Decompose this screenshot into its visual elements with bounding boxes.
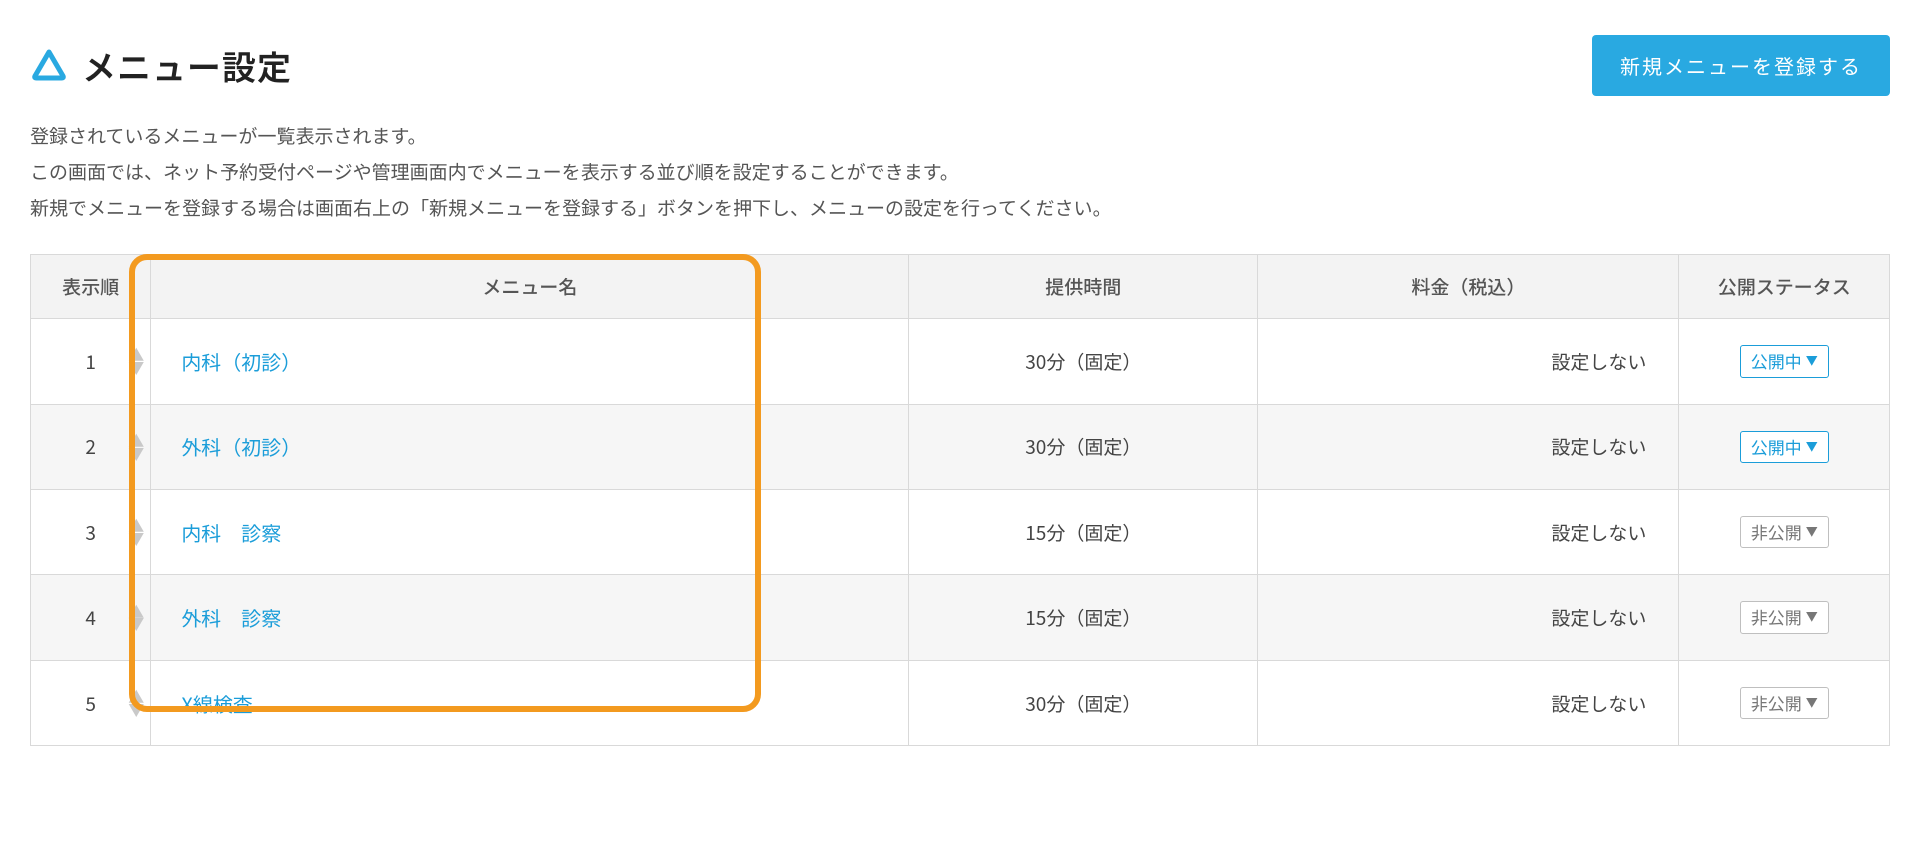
menu-name-link[interactable]: 内科（初診） bbox=[181, 347, 301, 376]
status-cell: 非公開 ▼ bbox=[1679, 490, 1890, 575]
menu-name-link[interactable]: X線検査 bbox=[181, 689, 252, 718]
table-row: 3 ▲▼ 内科 診察 15分（固定）設定しない 非公開 ▼ bbox=[31, 490, 1890, 575]
name-cell: X線検査 bbox=[151, 660, 909, 745]
page-description: 登録されているメニューが一覧表示されます。 この画面では、ネット予約受付ページや… bbox=[30, 118, 1890, 226]
status-dropdown[interactable]: 公開中 ▼ bbox=[1740, 345, 1829, 377]
order-cell: 5 ▲▼ bbox=[31, 660, 151, 745]
order-cell: 1 ▲▼ bbox=[31, 319, 151, 404]
status-dropdown[interactable]: 公開中 ▼ bbox=[1740, 431, 1829, 463]
status-dropdown[interactable]: 非公開 ▼ bbox=[1740, 687, 1829, 719]
order-number: 1 bbox=[81, 348, 101, 375]
col-header-status: 公開ステータス bbox=[1679, 255, 1890, 319]
col-header-price: 料金（税込） bbox=[1258, 255, 1679, 319]
description-line-2: この画面では、ネット予約受付ページや管理画面内でメニューを表示する並び順を設定す… bbox=[30, 154, 1890, 190]
col-header-order: 表示順 bbox=[31, 255, 151, 319]
page-header: メニュー設定 新規メニューを登録する bbox=[30, 35, 1890, 96]
description-line-3: 新規でメニューを登録する場合は画面右上の「新規メニューを登録する」ボタンを押下し… bbox=[30, 190, 1890, 226]
col-header-name: メニュー名 bbox=[151, 255, 909, 319]
duration-cell: 30分（固定） bbox=[909, 319, 1258, 404]
chevron-down-icon: ▼ bbox=[1806, 525, 1818, 539]
table-row: 2 ▲▼ 外科（初診） 30分（固定）設定しない 公開中 ▼ bbox=[31, 404, 1890, 489]
menu-name-link[interactable]: 外科（初診） bbox=[181, 432, 301, 461]
status-cell: 公開中 ▼ bbox=[1679, 404, 1890, 489]
order-cell: 2 ▲▼ bbox=[31, 404, 151, 489]
status-cell: 公開中 ▼ bbox=[1679, 319, 1890, 404]
menu-table-wrap: 表示順 メニュー名 提供時間 料金（税込） 公開ステータス 1 ▲▼ 内科（初診） 3… bbox=[30, 254, 1890, 746]
col-header-duration: 提供時間 bbox=[909, 255, 1258, 319]
duration-cell: 15分（固定） bbox=[909, 490, 1258, 575]
title-group: メニュー設定 bbox=[30, 41, 292, 90]
table-header-row: 表示順 メニュー名 提供時間 料金（税込） 公開ステータス bbox=[31, 255, 1890, 319]
drag-handle-icon[interactable]: ▲▼ bbox=[128, 605, 144, 631]
status-label: 公開中 bbox=[1751, 351, 1802, 371]
order-cell: 4 ▲▼ bbox=[31, 575, 151, 660]
triangle-icon bbox=[30, 47, 68, 85]
status-label: 非公開 bbox=[1751, 522, 1802, 542]
order-number: 4 bbox=[81, 604, 101, 631]
price-cell: 設定しない bbox=[1258, 660, 1679, 745]
name-cell: 外科 診察 bbox=[151, 575, 909, 660]
status-label: 公開中 bbox=[1751, 437, 1802, 457]
duration-cell: 30分（固定） bbox=[909, 660, 1258, 745]
duration-cell: 30分（固定） bbox=[909, 404, 1258, 489]
menu-name-link[interactable]: 外科 診察 bbox=[181, 603, 281, 632]
drag-handle-icon[interactable]: ▲▼ bbox=[128, 519, 144, 545]
menu-table: 表示順 メニュー名 提供時間 料金（税込） 公開ステータス 1 ▲▼ 内科（初診） 3… bbox=[30, 254, 1890, 746]
name-cell: 内科 診察 bbox=[151, 490, 909, 575]
chevron-down-icon: ▼ bbox=[1806, 440, 1818, 454]
table-row: 5 ▲▼ X線検査 30分（固定）設定しない 非公開 ▼ bbox=[31, 660, 1890, 745]
name-cell: 内科（初診） bbox=[151, 319, 909, 404]
status-label: 非公開 bbox=[1751, 693, 1802, 713]
status-cell: 非公開 ▼ bbox=[1679, 575, 1890, 660]
drag-handle-icon[interactable]: ▲▼ bbox=[128, 434, 144, 460]
price-cell: 設定しない bbox=[1258, 575, 1679, 660]
page-title: メニュー設定 bbox=[82, 41, 292, 90]
order-number: 5 bbox=[81, 690, 101, 717]
register-menu-button[interactable]: 新規メニューを登録する bbox=[1592, 35, 1890, 96]
price-cell: 設定しない bbox=[1258, 319, 1679, 404]
order-number: 2 bbox=[81, 433, 101, 460]
drag-handle-icon[interactable]: ▲▼ bbox=[128, 690, 144, 716]
order-number: 3 bbox=[81, 519, 101, 546]
price-cell: 設定しない bbox=[1258, 490, 1679, 575]
order-cell: 3 ▲▼ bbox=[31, 490, 151, 575]
description-line-1: 登録されているメニューが一覧表示されます。 bbox=[30, 118, 1890, 154]
price-cell: 設定しない bbox=[1258, 404, 1679, 489]
duration-cell: 15分（固定） bbox=[909, 575, 1258, 660]
status-dropdown[interactable]: 非公開 ▼ bbox=[1740, 516, 1829, 548]
drag-handle-icon[interactable]: ▲▼ bbox=[128, 349, 144, 375]
chevron-down-icon: ▼ bbox=[1806, 354, 1818, 368]
chevron-down-icon: ▼ bbox=[1806, 696, 1818, 710]
status-label: 非公開 bbox=[1751, 607, 1802, 627]
status-cell: 非公開 ▼ bbox=[1679, 660, 1890, 745]
chevron-down-icon: ▼ bbox=[1806, 610, 1818, 624]
table-row: 1 ▲▼ 内科（初診） 30分（固定）設定しない 公開中 ▼ bbox=[31, 319, 1890, 404]
table-row: 4 ▲▼ 外科 診察 15分（固定）設定しない 非公開 ▼ bbox=[31, 575, 1890, 660]
menu-name-link[interactable]: 内科 診察 bbox=[181, 518, 281, 547]
name-cell: 外科（初診） bbox=[151, 404, 909, 489]
status-dropdown[interactable]: 非公開 ▼ bbox=[1740, 601, 1829, 633]
